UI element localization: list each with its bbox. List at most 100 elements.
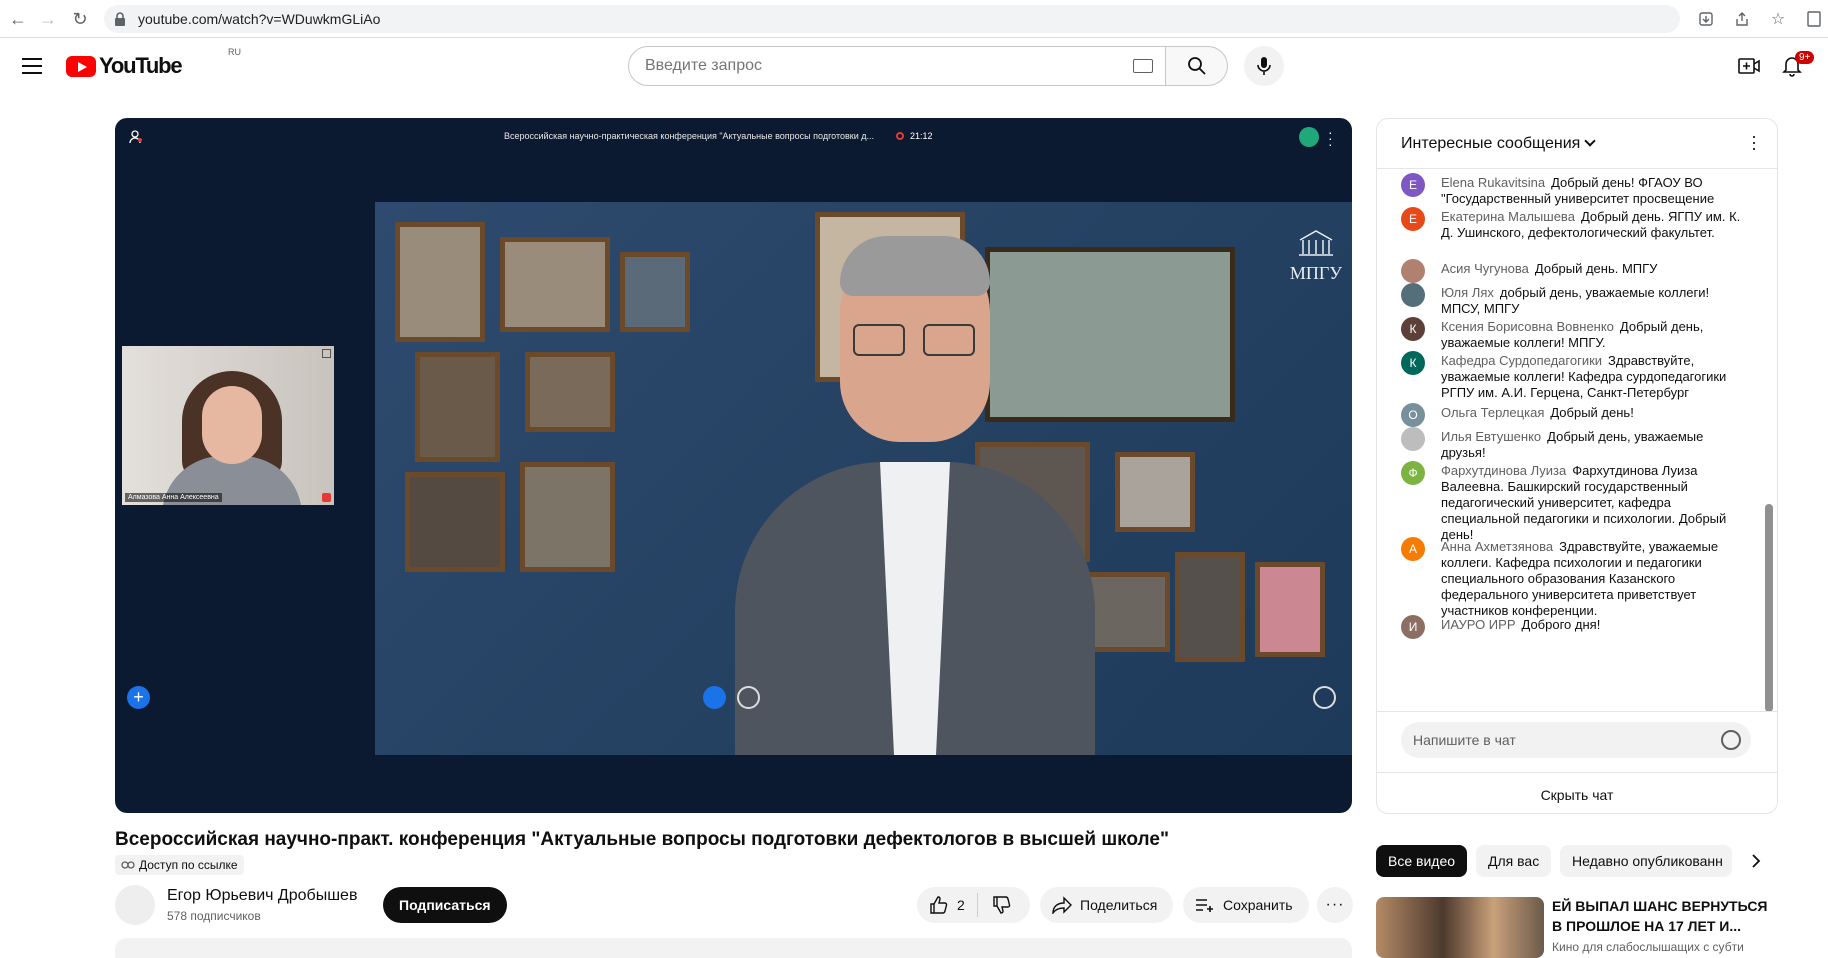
chat-author[interactable]: Асия Чугунова	[1441, 261, 1529, 276]
wall-photo	[1175, 552, 1245, 662]
chip-all-videos[interactable]: Все видео	[1376, 845, 1468, 877]
university-building-icon	[1298, 230, 1333, 256]
chat-message-body: ИАУРО ИРР Доброго дня!	[1441, 617, 1600, 639]
chat-avatar[interactable]	[1401, 259, 1425, 283]
url-text: youtube.com/watch?v=WDuwkmGLiAo	[138, 11, 381, 27]
chat-avatar[interactable]: E	[1401, 173, 1425, 197]
chat-input[interactable]: Напишите в чат	[1401, 722, 1751, 758]
recommended-thumbnail[interactable]	[1376, 897, 1544, 958]
install-icon[interactable]	[1692, 5, 1720, 33]
chat-avatar[interactable]: Ф	[1401, 461, 1425, 485]
chat-text: Добрый день!	[1550, 405, 1634, 420]
participant-tile[interactable]: Алмазова Анна Алексеевна	[122, 346, 334, 505]
add-button[interactable]: +	[127, 686, 150, 709]
camera-off-icon[interactable]	[737, 686, 760, 709]
search-input[interactable]: Введите запрос	[628, 46, 1166, 86]
channel-name[interactable]: Егор Юрьевич Дробышев	[167, 887, 357, 905]
menu-icon[interactable]	[18, 52, 46, 80]
mic-icon	[1257, 57, 1271, 75]
dislike-button[interactable]	[978, 895, 1026, 915]
subscribe-button[interactable]: Подписаться	[383, 887, 507, 923]
expand-icon[interactable]	[322, 349, 331, 358]
share-arrow-icon	[1052, 896, 1072, 914]
youtube-logo[interactable]: YouTube RU	[66, 47, 241, 79]
chat-author[interactable]: Кафедра Сурдопедагогики	[1441, 353, 1602, 368]
chat-scrollbar[interactable]	[1765, 504, 1773, 712]
chat-footer: Напишите в чат Скрыть чат	[1377, 711, 1777, 813]
chat-avatar[interactable]: А	[1401, 537, 1425, 561]
signal-icon[interactable]	[1299, 127, 1319, 147]
chip-for-you[interactable]: Для вас	[1476, 845, 1552, 877]
recommended-title[interactable]: ЕЙ ВЫПАЛ ШАНС ВЕРНУТЬСЯ В ПРОШЛОЕ НА 17 …	[1552, 896, 1772, 936]
participants-icon[interactable]	[129, 130, 143, 146]
chat-avatar[interactable]: О	[1401, 403, 1425, 427]
chat-more-icon[interactable]: · · ·	[1751, 127, 1757, 157]
chevron-down-icon[interactable]	[1584, 135, 1596, 147]
chat-author[interactable]: Фархутдинова Луиза	[1441, 463, 1566, 478]
chat-message: К Кафедра Сурдопедагогики Здравствуйте, ув…	[1401, 351, 1741, 401]
recommended-channel[interactable]: Кино для слабослышащих с субти	[1552, 940, 1772, 954]
profile-icon[interactable]	[1800, 5, 1828, 33]
access-badge: Доступ по ссылке	[115, 855, 244, 875]
more-actions-button[interactable]: ···	[1317, 887, 1353, 923]
raise-hand-icon[interactable]	[1313, 686, 1336, 709]
chat-author[interactable]: Анна Ахметзянова	[1441, 539, 1553, 554]
save-button[interactable]: Сохранить	[1183, 887, 1309, 923]
description-box[interactable]	[115, 938, 1352, 958]
record-icon	[896, 132, 904, 140]
thumbs-up-icon	[930, 896, 948, 914]
chat-message: Асия Чугунова Добрый день. МПГУ	[1401, 259, 1741, 283]
chat-author[interactable]: ИАУРО ИРР	[1441, 617, 1516, 632]
chat-message: E Екатерина Малышева Добрый день. ЯГПУ им.…	[1401, 207, 1741, 241]
notification-badge: 9+	[1795, 51, 1815, 64]
hide-chat-button[interactable]: Скрыть чат	[1377, 772, 1777, 813]
video-camera-plus-icon	[1738, 58, 1760, 74]
chat-avatar[interactable]: К	[1401, 317, 1425, 341]
chat-message-body: Ксения Борисовна Вовненко Добрый день, ув…	[1441, 319, 1741, 351]
chat-message-body: Асия Чугунова Добрый день. МПГУ	[1441, 261, 1657, 283]
bookmark-star-icon[interactable]: ☆	[1764, 5, 1792, 33]
speaker-video: МПГУ	[375, 202, 1352, 755]
wall-photo	[1255, 562, 1325, 657]
chat-mode-label[interactable]: Интересные сообщения	[1401, 135, 1580, 153]
emoji-icon[interactable]	[1721, 730, 1741, 750]
chat-avatar[interactable]: И	[1401, 615, 1425, 639]
back-icon[interactable]: ←	[4, 5, 32, 33]
like-button[interactable]: 2	[917, 893, 978, 917]
like-count: 2	[957, 897, 965, 913]
meeting-more-icon[interactable]: · · ·	[1328, 125, 1333, 151]
chat-message: О Ольга Терлецкая Добрый день!	[1401, 403, 1741, 427]
headphones-icon[interactable]	[703, 686, 726, 709]
chat-author[interactable]: Екатерина Малышева	[1441, 209, 1575, 224]
chat-author[interactable]: Ксения Борисовна Вовненко	[1441, 319, 1614, 334]
chat-message-body: Екатерина Малышева Добрый день. ЯГПУ им. …	[1441, 209, 1741, 241]
chevron-right-icon[interactable]	[1744, 849, 1768, 873]
thumbs-down-icon	[993, 896, 1011, 914]
search-button[interactable]	[1166, 46, 1228, 86]
chat-author[interactable]: Ольга Терлецкая	[1441, 405, 1544, 420]
video-player[interactable]: Всероссийская научно-практическая конфер…	[115, 118, 1352, 813]
chat-author[interactable]: Юля Лях	[1441, 285, 1494, 300]
forward-icon[interactable]: →	[34, 5, 62, 33]
share-page-icon[interactable]	[1728, 5, 1756, 33]
chat-avatar[interactable]: E	[1401, 207, 1425, 231]
reload-icon[interactable]: ↻	[66, 5, 94, 33]
share-button[interactable]: Поделиться	[1040, 887, 1174, 923]
channel-avatar[interactable]	[115, 885, 155, 925]
chat-message-body: Анна Ахметзянова Здравствуйте, уважаемые …	[1441, 539, 1741, 619]
chat-author[interactable]: Илья Евтушенко	[1441, 429, 1541, 444]
create-video-button[interactable]	[1734, 51, 1764, 81]
voice-search-button[interactable]	[1244, 46, 1284, 86]
record-time: 21:12	[910, 131, 933, 141]
chip-recent[interactable]: Недавно опубликованн	[1560, 845, 1732, 877]
lock-icon	[114, 12, 128, 26]
live-chat: Интересные сообщения · · · E Elena Rukavits…	[1376, 118, 1778, 814]
address-bar[interactable]: youtube.com/watch?v=WDuwkmGLiAo	[104, 5, 1680, 33]
keyboard-icon[interactable]	[1133, 59, 1153, 73]
chat-author[interactable]: Elena Rukavitsina	[1441, 175, 1545, 190]
chat-avatar[interactable]	[1401, 427, 1425, 451]
wall-photo	[395, 222, 485, 342]
chat-avatar[interactable]	[1401, 283, 1425, 307]
chat-message-body: Elena Rukavitsina Добрый день! ФГАОУ ВО "…	[1441, 175, 1741, 207]
chat-avatar[interactable]: К	[1401, 351, 1425, 375]
